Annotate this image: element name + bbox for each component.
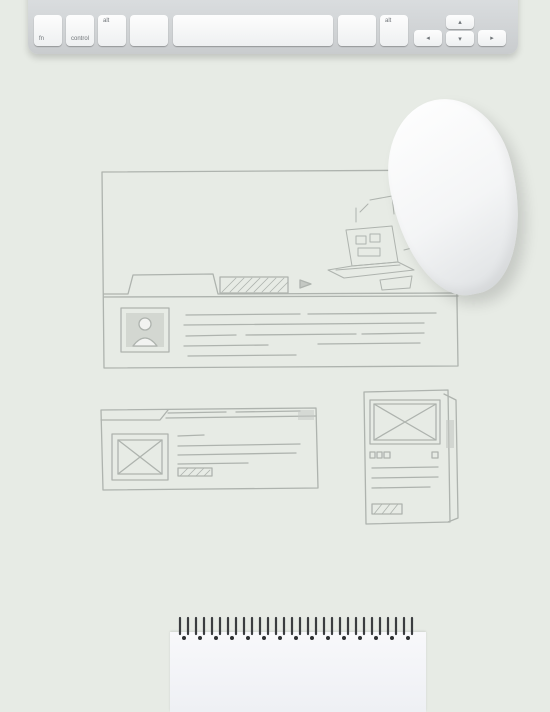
desk-scene: shift shift fn control alt alt ◂ <box>0 0 550 712</box>
image-placeholder-icon <box>369 399 441 445</box>
spiral-notebook <box>170 632 426 712</box>
avatar-placeholder-icon <box>120 307 170 353</box>
image-placeholder-icon <box>111 433 169 481</box>
mobile-wireframe <box>363 389 459 525</box>
notebook-spiral-rings <box>178 616 414 640</box>
card-wireframe <box>100 407 319 491</box>
